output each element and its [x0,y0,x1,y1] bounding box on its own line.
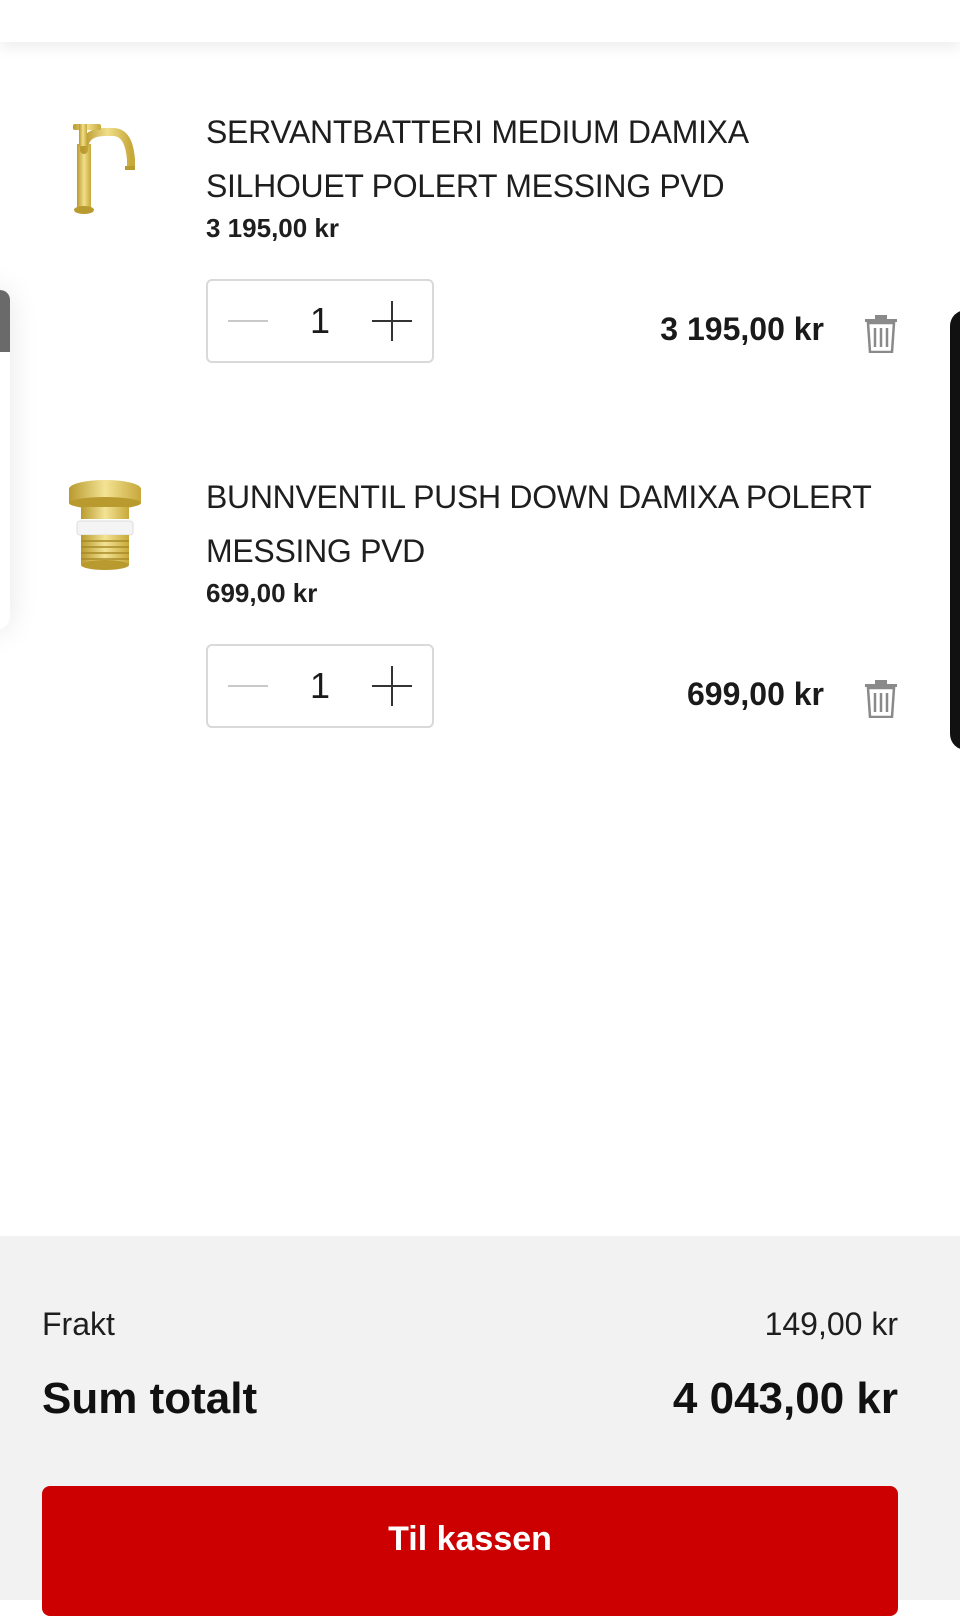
trash-icon [865,315,897,354]
decrease-quantity-button[interactable] [213,281,283,361]
unit-price: 699,00 kr [206,578,318,608]
quantity-input[interactable]: 1 [288,281,352,361]
quantity-stepper: 1 [206,644,434,728]
minus-icon [228,685,268,687]
minus-icon [228,320,268,322]
shipping-label: Frakt [42,1306,115,1342]
product-image-drain-valve[interactable] [55,475,155,585]
line-total: 3 195,00 kr [660,311,824,347]
plus-icon [372,666,412,706]
gold-drain-valve-icon [69,480,141,570]
line-total: 699,00 kr [686,676,824,712]
increase-quantity-button[interactable] [357,281,427,361]
product-title[interactable]: SERVANTBATTERI MEDIUM DAMIXA SILHOUET PO… [206,105,896,213]
plus-icon [372,301,412,341]
gold-faucet-icon [73,124,135,214]
top-bar [0,0,960,42]
decrease-quantity-button[interactable] [213,646,283,726]
increase-quantity-button[interactable] [357,646,427,726]
unit-price: 3 195,00 kr [206,213,340,243]
remove-item-button[interactable] [864,315,898,354]
product-image-faucet[interactable] [55,110,155,220]
total-label: Sum totalt [42,1374,258,1423]
checkout-button[interactable]: Til kassen [42,1486,898,1616]
trash-icon [865,680,897,719]
cart-item: SERVANTBATTERI MEDIUM DAMIXA SILHOUET PO… [0,95,960,425]
quantity-stepper: 1 [206,279,434,363]
total-value: 4 043,00 kr [672,1374,898,1423]
product-title[interactable]: BUNNVENTIL PUSH DOWN DAMIXA POLERT MESSI… [206,470,896,578]
cart-summary: Frakt 149,00 kr Sum totalt 4 043,00 kr T… [0,1236,960,1616]
remove-item-button[interactable] [864,680,898,719]
cart-item: BUNNVENTIL PUSH DOWN DAMIXA POLERT MESSI… [0,460,960,790]
shipping-value: 149,00 kr [764,1306,898,1342]
quantity-input[interactable]: 1 [288,646,352,726]
